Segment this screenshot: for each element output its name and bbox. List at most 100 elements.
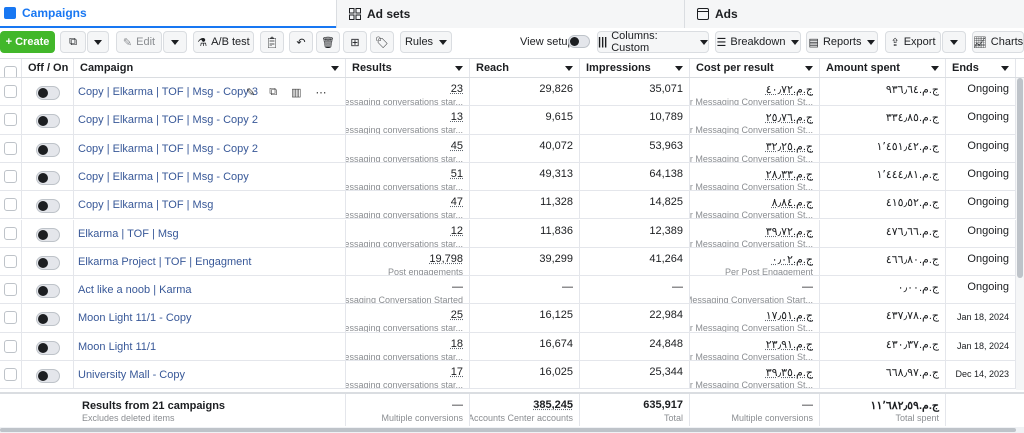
table-row[interactable]: Moon Light 11/1 - Copy 25 Messaging conver… (0, 304, 1024, 333)
table-row[interactable]: Elkarma Project | TOF | Engagment 19,798 P… (0, 247, 1024, 277)
create-button[interactable]: + Create (0, 31, 55, 53)
duplicate-dropdown-button[interactable] (87, 31, 109, 53)
tab-ad-sets[interactable]: Ad sets (336, 0, 684, 28)
more-icon[interactable]: ⋯ (315, 86, 326, 99)
tab-ads[interactable]: Ads (684, 0, 1024, 28)
row-checkbox[interactable] (4, 113, 17, 127)
results-value[interactable]: 13 (451, 111, 463, 123)
table-row[interactable]: Copy | Elkarma | TOF | Msg 47 Messaging co… (0, 191, 1024, 220)
tab-campaigns[interactable]: Campaigns (0, 0, 336, 28)
undo-button[interactable]: ↶ (289, 31, 313, 53)
header-results[interactable]: Results (346, 59, 470, 77)
campaign-name-link[interactable]: Copy | Elkarma | TOF | Msg - Copy (78, 171, 249, 183)
results-value[interactable]: 51 (451, 168, 463, 180)
campaign-name-link[interactable]: Moon Light 11/1 - Copy (78, 312, 192, 324)
campaign-name-link[interactable]: Elkarma Project | TOF | Engagment (78, 256, 251, 268)
table-row[interactable]: Elkarma | TOF | Msg 12 Messaging conversat… (0, 219, 1024, 248)
header-impressions[interactable]: Impressions (580, 59, 690, 77)
results-value[interactable]: 17 (451, 366, 463, 378)
table-row[interactable]: Copy | Elkarma | TOF | Msg - Copy 51 Messa… (0, 162, 1024, 192)
header-off-on[interactable]: Off / On (22, 59, 74, 77)
campaign-toggle[interactable] (36, 284, 60, 299)
results-value[interactable]: 23 (451, 83, 463, 95)
edit-button[interactable]: ✎ Edit (116, 31, 162, 53)
table-row[interactable]: Copy | Elkarma | TOF | Msg - Copy 2 13 Mes… (0, 106, 1024, 135)
impressions-cell: 10,789 (580, 106, 690, 134)
row-checkbox[interactable] (4, 85, 17, 98)
breakdown-button[interactable]: ☰ Breakdown (715, 31, 801, 53)
chart-icon[interactable]: ▥ (291, 86, 301, 99)
row-checkbox[interactable] (4, 226, 17, 240)
table-row[interactable]: Copy | Elkarma | TOF | Msg - Copy 2 45 Mes… (0, 134, 1024, 163)
header-cost-per-result[interactable]: Cost per result (690, 59, 820, 77)
select-all-checkbox[interactable] (4, 66, 17, 77)
delete-button[interactable]: 🗑︎ (316, 31, 340, 53)
table-row[interactable]: Act like a noob | Karma—Messaging Conver… (0, 276, 1024, 305)
campaign-name-link[interactable]: Copy | Elkarma | TOF | Msg - Copy 2 (78, 143, 258, 155)
ends-value: Ongoing (967, 83, 1009, 95)
duplicate-icon[interactable]: ⧉ (269, 86, 277, 99)
campaign-name-link[interactable]: Copy | Elkarma | TOF | Msg - Copy 2 (78, 114, 258, 126)
campaign-toggle[interactable] (36, 199, 60, 214)
horizontal-scrollbar[interactable] (0, 427, 1024, 433)
reports-button[interactable]: ▤ Reports (806, 31, 878, 53)
export-button[interactable]: ⇪ Export (885, 31, 941, 53)
table-row[interactable]: University Mall - Copy 17 Messaging conver… (0, 361, 1024, 390)
tag-button[interactable]: 🏷︎ (370, 31, 394, 53)
header-campaign[interactable]: Campaign (74, 59, 346, 77)
edit-dropdown-button[interactable] (163, 31, 187, 53)
preview-button[interactable]: ⊞ (343, 31, 367, 53)
campaign-name-link[interactable]: Elkarma | TOF | Msg (78, 228, 179, 240)
cost-per-result-value: ج.م.‏٣٩٫٧٢ (765, 225, 813, 238)
vertical-scroll-thumb[interactable] (1017, 78, 1023, 278)
duplicate-button[interactable]: ⧉ (60, 31, 86, 53)
campaign-toggle[interactable] (36, 170, 60, 185)
export-dropdown-button[interactable] (942, 31, 966, 53)
row-checkbox[interactable] (4, 169, 17, 183)
row-checkbox[interactable] (4, 141, 17, 155)
charts-button[interactable]: 📈︎ Charts (972, 31, 1024, 53)
row-toggle-cell (22, 361, 74, 389)
row-checkbox[interactable] (4, 368, 17, 381)
row-checkbox[interactable] (4, 311, 17, 325)
campaign-toggle[interactable] (36, 86, 60, 100)
columns-button[interactable]: ||| Columns: Custom (597, 30, 709, 54)
table-row[interactable]: Copy | Elkarma | TOF | Msg - Copy 3 ✎ ⧉ ▥ ⋯ 2… (0, 78, 1024, 107)
campaign-name-link[interactable]: University Mall - Copy (78, 369, 185, 381)
results-value[interactable]: 19,798 (429, 253, 463, 265)
clipboard-button[interactable]: 📋︎ (260, 31, 284, 53)
table-row[interactable]: Moon Light 11/1 18 Messaging conversations… (0, 332, 1024, 361)
results-value[interactable]: 45 (451, 140, 463, 152)
row-checkbox[interactable] (4, 283, 17, 297)
campaign-toggle[interactable] (36, 255, 60, 270)
footer-cpr: — Multiple conversions (690, 394, 820, 426)
results-value[interactable]: 18 (451, 338, 463, 350)
vertical-scrollbar[interactable] (1016, 78, 1024, 390)
campaign-name-link[interactable]: Moon Light 11/1 (78, 341, 156, 353)
campaign-toggle[interactable] (36, 369, 60, 383)
header-reach[interactable]: Reach (470, 59, 580, 77)
row-checkbox[interactable] (4, 198, 17, 212)
campaign-name-link[interactable]: Act like a noob | Karma (78, 284, 192, 296)
edit-icon[interactable]: ✎ (246, 86, 255, 99)
rules-button[interactable]: Rules (400, 31, 452, 53)
header-amount-spent[interactable]: Amount spent (820, 59, 946, 77)
campaign-name-link[interactable]: Copy | Elkarma | TOF | Msg (78, 199, 213, 211)
campaign-toggle[interactable] (36, 340, 60, 355)
campaign-name-link[interactable]: Copy | Elkarma | TOF | Msg - Copy 3 (78, 86, 258, 98)
view-setup-toggle[interactable] (568, 35, 590, 48)
ab-test-button[interactable]: ⚗ A/B test (193, 31, 254, 53)
ends-value: Ongoing (967, 139, 1009, 152)
row-checkbox[interactable] (4, 254, 17, 268)
campaign-toggle[interactable] (36, 142, 60, 157)
results-value[interactable]: 47 (451, 196, 463, 208)
results-value[interactable]: 25 (451, 309, 463, 321)
header-ends[interactable]: Ends (946, 59, 1016, 77)
row-checkbox[interactable] (4, 339, 17, 353)
campaign-toggle[interactable] (36, 114, 60, 129)
campaign-toggle[interactable] (36, 227, 60, 242)
cost-per-result-type: Per Messaging Conversation St... (690, 181, 813, 191)
horizontal-scroll-thumb[interactable] (0, 428, 1016, 432)
campaign-toggle[interactable] (36, 312, 60, 327)
results-value[interactable]: 12 (451, 225, 463, 237)
